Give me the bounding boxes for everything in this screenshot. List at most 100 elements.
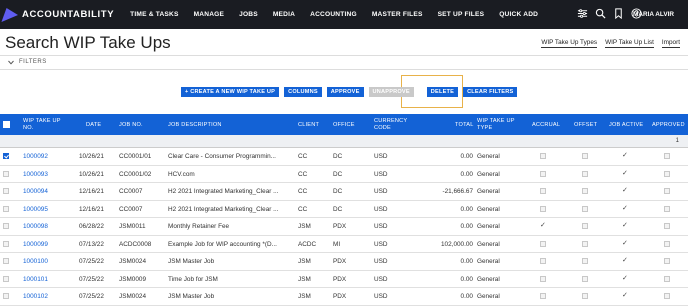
- wip-take-up-no-link[interactable]: 1000093: [23, 171, 48, 178]
- wip-take-up-no-link[interactable]: 1000095: [23, 206, 48, 213]
- col-wip-take-up-type[interactable]: WIP TAKE UP TYPE: [477, 118, 519, 132]
- table-row[interactable]: 1000092 10/26/21 CC0001/01 Clear Care - Con…: [0, 148, 688, 166]
- link-wip-take-up-list[interactable]: WIP Take Up List: [605, 39, 654, 48]
- accrual-checkbox: [540, 153, 546, 159]
- wip-take-up-no-link[interactable]: 1000102: [23, 293, 48, 300]
- accrual-check-icon: ✓: [540, 222, 546, 229]
- col-total[interactable]: TOTAL: [455, 122, 474, 129]
- table-row[interactable]: 1000100 07/25/22 JSM0024 JSM Master Job JSM P…: [0, 253, 688, 271]
- wip-take-up-no-link[interactable]: 1000094: [23, 188, 48, 195]
- accrual-checkbox: [540, 205, 546, 212]
- row-select-checkbox[interactable]: [3, 170, 9, 177]
- nav-item-master-files[interactable]: MASTER FILES: [372, 11, 423, 18]
- table-row[interactable]: 1000093 10/26/21 CC0001/02 HCV.com CC DC USD 0.…: [0, 166, 688, 183]
- cell-wip-type: General: [477, 275, 500, 283]
- cell-office: PDX: [333, 275, 347, 283]
- row-select-checkbox[interactable]: [3, 258, 9, 264]
- accrual-checkbox: [540, 170, 546, 177]
- wip-take-up-no-link[interactable]: 1000100: [23, 258, 48, 265]
- cell-wip-type: General: [477, 293, 500, 300]
- nav-item-accounting[interactable]: ACCOUNTING: [310, 11, 357, 18]
- search-icon[interactable]: [595, 8, 606, 19]
- user-menu[interactable]: MARIA ALVIR: [633, 11, 674, 18]
- col-client[interactable]: CLIENT: [298, 122, 319, 129]
- wip-take-up-no-link[interactable]: 1000092: [23, 153, 48, 160]
- col-currency-code[interactable]: CURRENCY CODE: [374, 118, 414, 132]
- logo-icon: [1, 7, 21, 22]
- row-select-checkbox[interactable]: [3, 188, 9, 194]
- cell-currency: USD: [374, 170, 388, 178]
- cell-date: 06/28/22: [79, 223, 104, 230]
- wip-take-up-no-link[interactable]: 1000101: [23, 276, 48, 283]
- row-select-checkbox[interactable]: [3, 153, 9, 159]
- cell-office: DC: [333, 205, 343, 213]
- chevron-down-icon: [8, 60, 14, 65]
- action-toolbar: + CREATE A NEW WIP TAKE UP COLUMNS APPRO…: [181, 87, 522, 97]
- cell-job-description: Example Job for WIP accounting *(D...: [168, 240, 277, 248]
- main-nav: TIME & TASKS MANAGE JOBS MEDIA ACCOUNTIN…: [130, 11, 553, 18]
- cell-wip-type: General: [477, 258, 500, 265]
- col-approved[interactable]: APPROVED: [652, 122, 685, 129]
- row-select-checkbox[interactable]: [3, 240, 9, 247]
- col-job-description[interactable]: JOB DESCRIPTION: [168, 122, 222, 129]
- col-date[interactable]: DATE: [86, 122, 101, 129]
- cell-client: JSM: [298, 258, 311, 265]
- offset-checkbox: [582, 275, 588, 282]
- cell-job-description: HCV.com: [168, 170, 195, 178]
- cell-job-no: ACDC0008: [119, 240, 152, 248]
- nav-item-jobs[interactable]: JOBS: [239, 11, 258, 18]
- col-job-no[interactable]: JOB NO.: [119, 122, 143, 129]
- unapprove-button[interactable]: UNAPPROVE: [368, 87, 414, 97]
- table-row[interactable]: 1000099 07/13/22 ACDC0008 Example Job for W…: [0, 236, 688, 253]
- cell-currency: USD: [374, 223, 388, 230]
- cell-date: 12/16/21: [79, 188, 104, 195]
- nav-item-quick-add[interactable]: QUICK ADD: [499, 11, 538, 18]
- delete-button[interactable]: DELETE: [426, 87, 459, 97]
- approved-checkbox: [664, 275, 670, 282]
- col-job-active[interactable]: JOB ACTIVE: [609, 122, 643, 129]
- col-accrual[interactable]: ACCRUAL: [532, 122, 560, 129]
- row-select-checkbox[interactable]: [3, 205, 9, 212]
- cell-client: CC: [298, 170, 308, 178]
- cell-office: PDX: [333, 293, 347, 300]
- table-row[interactable]: 1000094 12/16/21 CC0007 H2 2021 Integrated …: [0, 183, 688, 201]
- table-row[interactable]: 1000098 06/28/22 JSM0011 Monthly Retainer F…: [0, 218, 688, 236]
- table-row[interactable]: 1000095 12/16/21 CC0007 H2 2021 Integrated …: [0, 201, 688, 218]
- offset-checkbox: [582, 170, 588, 177]
- row-select-checkbox[interactable]: [3, 293, 9, 299]
- approve-button[interactable]: APPROVE: [326, 87, 364, 97]
- job-active-check-icon: ✓: [622, 257, 628, 264]
- job-active-check-icon: ✓: [622, 204, 628, 212]
- link-import[interactable]: Import: [661, 39, 680, 48]
- col-office[interactable]: OFFICE: [333, 122, 355, 129]
- table-row[interactable]: 1000101 07/25/22 JSM0009 Time Job for JSM JS…: [0, 271, 688, 288]
- wip-take-up-no-link[interactable]: 1000098: [23, 223, 48, 230]
- filters-toggle[interactable]: FILTERS: [8, 59, 47, 65]
- cell-job-no: JSM0024: [119, 258, 146, 265]
- offset-checkbox: [582, 153, 588, 159]
- create-wip-take-up-button[interactable]: + CREATE A NEW WIP TAKE UP: [181, 87, 280, 97]
- nav-item-media[interactable]: MEDIA: [273, 11, 295, 18]
- table-row[interactable]: 1000102 07/25/22 JSM0024 JSM Master Job JSM P…: [0, 288, 688, 306]
- cell-job-no: CC0001/02: [119, 170, 152, 178]
- approved-checkbox: [664, 223, 670, 229]
- row-select-checkbox[interactable]: [3, 223, 9, 229]
- cell-job-no: JSM0009: [119, 275, 146, 283]
- col-wip-take-up-no[interactable]: WIP TAKE UP NO.: [23, 118, 63, 132]
- nav-item-time-tasks[interactable]: TIME & TASKS: [130, 11, 178, 18]
- sliders-icon[interactable]: [577, 8, 588, 19]
- app-logo[interactable]: ACCOUNTABILITY: [1, 0, 114, 29]
- col-offset[interactable]: OFFSET: [574, 122, 597, 129]
- cell-total: 0.00: [460, 153, 473, 160]
- bookmark-icon[interactable]: [613, 8, 624, 19]
- clear-filters-button[interactable]: CLEAR FILTERS: [463, 87, 518, 97]
- nav-item-manage[interactable]: MANAGE: [194, 11, 225, 18]
- row-select-checkbox[interactable]: [3, 275, 9, 282]
- select-all-checkbox[interactable]: [3, 121, 10, 128]
- columns-button[interactable]: COLUMNS: [284, 87, 322, 97]
- link-wip-take-up-types[interactable]: WIP Take Up Types: [541, 39, 598, 48]
- job-active-check-icon: ✓: [622, 292, 628, 299]
- wip-take-up-no-link[interactable]: 1000099: [23, 241, 48, 248]
- nav-item-set-up-files[interactable]: SET UP FILES: [438, 11, 485, 18]
- cell-client: JSM: [298, 293, 311, 300]
